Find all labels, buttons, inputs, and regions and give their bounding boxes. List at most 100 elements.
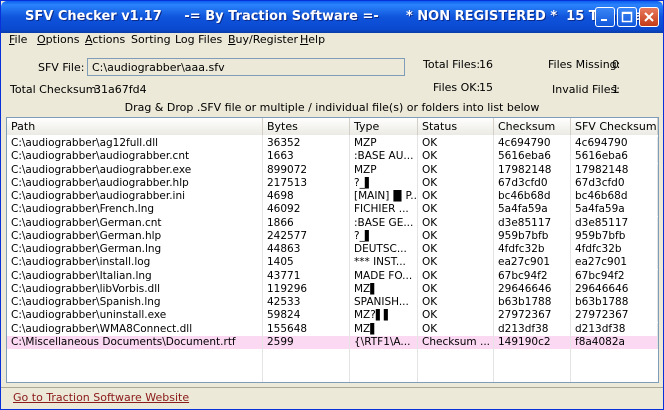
menu-accelerator: B — [228, 33, 236, 46]
cell-bytes: 44863 — [263, 243, 350, 256]
menu-accelerator: A — [85, 33, 93, 46]
menu-log-files[interactable]: Log Files — [175, 33, 222, 46]
menu-accelerator: F — [9, 33, 15, 46]
cell-type: FICHIER ... — [350, 203, 418, 217]
maximize-button[interactable] — [617, 7, 637, 27]
table-row[interactable]: C:\Miscellaneous Documents\Document.rtf 2… — [7, 335, 658, 349]
table-row[interactable]: C:\audiograbber\Italian.lng 43771 MADE FO.… — [7, 269, 658, 283]
minimize-button[interactable] — [595, 7, 615, 27]
table-row[interactable]: C:\audiograbber\German.lng 44863 DEUTSC...… — [7, 243, 658, 256]
menu-file[interactable]: File — [9, 33, 27, 46]
column-header-checksum[interactable]: Checksum — [494, 118, 571, 135]
menu-buy-register[interactable]: Buy/Register — [228, 33, 298, 46]
close-button[interactable] — [639, 7, 659, 27]
invalid-files-value: 1 — [612, 83, 619, 96]
total-files-label: Total Files: — [423, 58, 481, 71]
cell-status: OK — [418, 296, 494, 309]
total-checksum-value: 31a67fd4 — [94, 83, 147, 96]
cell-sfv-checksum: f8a4082a — [571, 335, 658, 349]
cell-type: MZP — [350, 163, 418, 177]
cell-status: OK — [418, 282, 494, 296]
drag-drop-hint: Drag & Drop .SFV file or multiple / indi… — [124, 101, 540, 114]
cell-path: C:\audiograbber\libVorbis.dll — [7, 282, 263, 296]
cell-checksum: b63b1788 — [494, 296, 571, 309]
cell-path: C:\audiograbber\audiograbber.cnt — [7, 150, 263, 164]
cell-path: C:\audiograbber\Italian.lng — [7, 269, 263, 283]
menu-sorting[interactable]: Sorting — [131, 33, 171, 46]
table-row[interactable]: C:\audiograbber\audiograbber.exe 899072 MZ… — [7, 163, 658, 177]
cell-sfv-checksum: b63b1788 — [571, 296, 658, 309]
cell-type: ?_▌ — [350, 229, 418, 243]
cell-checksum: 4fdfc32b — [494, 243, 571, 256]
total-checksum-label: Total Checksum: — [10, 83, 101, 96]
cell-type: DEUTSC... — [350, 243, 418, 256]
column-header-path[interactable]: Path — [7, 118, 263, 135]
table-row[interactable]: C:\audiograbber\install.log 1405 *** INST.… — [7, 256, 658, 270]
cell-sfv-checksum: 5616eba6 — [571, 150, 658, 164]
cell-status: OK — [418, 243, 494, 256]
cell-path: C:\Miscellaneous Documents\Document.rtf — [7, 335, 263, 349]
table-row[interactable]: C:\audiograbber\German.cnt 1866:BASE GE..… — [7, 216, 658, 230]
cell-path: C:\audiograbber\ag12full.dll — [7, 137, 263, 150]
cell-checksum: 4c694790 — [494, 137, 571, 150]
cell-checksum: 67d3cfd0 — [494, 176, 571, 190]
cell-checksum: 5a4fa59a — [494, 203, 571, 217]
table-row[interactable]: C:\audiograbber\ag12full.dll 36352 MZP OK 4c… — [7, 137, 658, 150]
cell-bytes: 59824 — [263, 309, 350, 323]
column-header-bytes[interactable]: Bytes — [263, 118, 350, 135]
table-row[interactable]: C:\audiograbber\audiograbber.ini 4698 [MAI… — [7, 190, 658, 203]
cell-bytes: 4698 — [263, 190, 350, 203]
files-ok-value: 15 — [479, 81, 493, 94]
cell-path: C:\audiograbber\audiograbber.ini — [7, 190, 263, 203]
cell-sfv-checksum: 67bc94f2 — [571, 269, 658, 283]
files-missing-value: 0 — [612, 58, 619, 71]
cell-checksum: bc46b68d — [494, 190, 571, 203]
cell-path: C:\audiograbber\German.hlp — [7, 229, 263, 243]
cell-bytes: 46092 — [263, 203, 350, 217]
title-bar[interactable]: SFV Checker v1.17 -= By Traction Softwar… — [1, 1, 664, 33]
cell-path: C:\audiograbber\Spanish.lng — [7, 296, 263, 309]
cell-bytes: 2599 — [263, 335, 350, 349]
table-row[interactable]: C:\audiograbber\Spanish.lng 42533 SPANISH.… — [7, 296, 658, 309]
cell-type: MZP — [350, 137, 418, 150]
table-row[interactable]: C:\audiograbber\libVorbis.dll 119296 MZ▌ OK… — [7, 282, 658, 296]
cell-sfv-checksum: d3e85117 — [571, 216, 658, 230]
column-header-type[interactable]: Type — [350, 118, 418, 135]
menu-accelerator: O — [37, 33, 46, 46]
cell-path: C:\audiograbber\WMA8Connect.dll — [7, 322, 263, 336]
table-row[interactable]: C:\audiograbber\audiograbber.cnt 1663:BAS… — [7, 150, 658, 164]
menu-actions[interactable]: Actions — [85, 33, 125, 46]
cell-status: OK — [418, 176, 494, 190]
menu-options[interactable]: Options — [37, 33, 79, 46]
table-row[interactable]: C:\audiograbber\audiograbber.hlp 217513 ?_… — [7, 176, 658, 190]
cell-checksum: 67bc94f2 — [494, 269, 571, 283]
cell-bytes: 1663 — [263, 150, 350, 164]
table-row[interactable]: C:\audiograbber\uninstall.exe 59824 MZ?▌▌ O… — [7, 309, 658, 323]
column-header-status[interactable]: Status — [418, 118, 494, 135]
website-link[interactable]: Go to Traction Software Website — [13, 391, 189, 404]
cell-type: SPANISH... — [350, 296, 418, 309]
cell-bytes: 43771 — [263, 269, 350, 283]
menu-help[interactable]: Help — [300, 33, 325, 46]
cell-checksum: 17982148 — [494, 163, 571, 177]
sfv-file-field[interactable]: C:\audiograbber\aaa.sfv — [87, 58, 405, 76]
cell-path: C:\audiograbber\German.lng — [7, 243, 263, 256]
column-header-sfv-checksum[interactable]: SFV Checksum — [571, 118, 658, 135]
cell-sfv-checksum: 67d3cfd0 — [571, 176, 658, 190]
cell-path: C:\audiograbber\audiograbber.hlp — [7, 176, 263, 190]
cell-bytes: 42533 — [263, 296, 350, 309]
cell-sfv-checksum: 4c694790 — [571, 137, 658, 150]
cell-bytes: 119296 — [263, 282, 350, 296]
files-ok-label: Files OK: — [433, 81, 481, 94]
cell-path: C:\audiograbber\French.lng — [7, 203, 263, 217]
table-row[interactable]: C:\audiograbber\French.lng 46092 FICHIER .… — [7, 203, 658, 217]
cell-type: :BASE AU... — [350, 150, 418, 164]
file-list[interactable]: Path Bytes Type Status Checksum SFV Checksum … — [6, 117, 659, 383]
table-row[interactable]: C:\audiograbber\WMA8Connect.dll 155648 MZ▌… — [7, 322, 658, 336]
cell-type: MADE FO... — [350, 269, 418, 283]
cell-bytes: 217513 — [263, 176, 350, 190]
cell-checksum: d213df38 — [494, 322, 571, 336]
cell-status: Checksum ... — [418, 335, 494, 349]
table-row[interactable]: C:\audiograbber\German.hlp 242577 ?_▌ OK 959… — [7, 229, 658, 243]
total-files-value: 16 — [479, 58, 493, 71]
